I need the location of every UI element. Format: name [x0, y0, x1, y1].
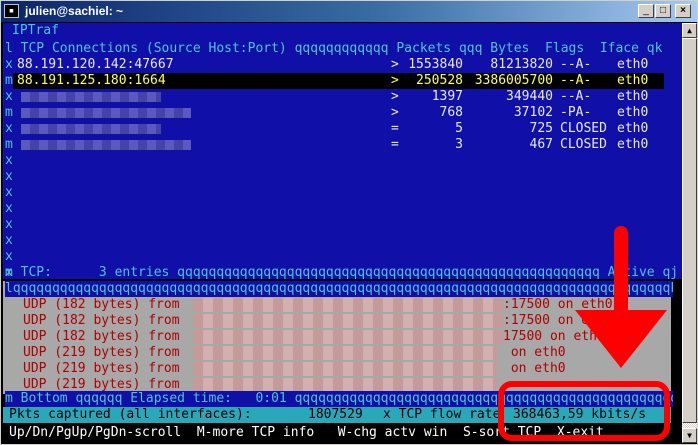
iface: eth0 [617, 73, 649, 88]
row-prefix: x [5, 57, 13, 72]
direction: = [391, 137, 399, 152]
row-prefix: x [5, 249, 13, 264]
redacted-address [193, 314, 503, 328]
bytes: 37102 [513, 105, 553, 120]
packets: 5 [455, 121, 463, 136]
redacted-host [21, 108, 191, 118]
flags: --A- [560, 57, 592, 72]
flags: --A- [560, 89, 592, 104]
row-prefix: x [5, 185, 13, 200]
bytes: 467 [529, 137, 553, 152]
row-prefix: x [5, 153, 13, 168]
annotation-highlight-box [498, 381, 670, 441]
iptraf-screen: IPTraf l TCP Connections (Source Host:Po… [3, 23, 682, 443]
pkts-captured-value: 1807529 [308, 407, 363, 422]
flow-rate-label: x TCP flow rate [383, 407, 501, 422]
udp-packet-text: UDP (182 bytes) from [23, 329, 180, 344]
udp-packet-text: UDP (219 bytes) from [23, 345, 180, 360]
udp-port-iface: on eth0 [503, 361, 566, 376]
bytes: 725 [529, 121, 553, 136]
direction: > [391, 89, 399, 104]
annotation-arrow-icon [575, 310, 667, 368]
udp-packet-text: UDP (219 bytes) from [23, 361, 180, 376]
row-prefix: x [5, 201, 13, 216]
scrollbar[interactable]: ▲ ▼ [682, 23, 697, 443]
row-prefix: m [5, 105, 13, 120]
packets: 1397 [431, 89, 463, 104]
minimize-button[interactable]: _ [638, 4, 654, 18]
app-name: IPTraf [12, 23, 59, 38]
flags: --A- [560, 73, 592, 88]
flags: -PA- [560, 105, 592, 120]
direction: = [391, 121, 399, 136]
window-title: julien@sachiel: ~ [25, 4, 124, 18]
iface: eth0 [617, 57, 649, 72]
packets: 250528 [416, 73, 463, 88]
tcp-header: l TCP Connections (Source Host:Port) qqq… [5, 41, 663, 56]
pkts-captured-label: Pkts captured (all interfaces): [9, 407, 252, 422]
flags: CLOSED [560, 137, 607, 152]
redacted-host [21, 124, 161, 134]
iface: eth0 [617, 105, 649, 120]
redacted-address [193, 346, 497, 360]
direction: > [391, 73, 399, 88]
udp-packet-text: UDP (182 bytes) from [23, 297, 180, 312]
source-host: 88.191.125.180:1664 [17, 73, 166, 88]
terminal-window: ▪ julien@sachiel: ~ _ □ × IPTraf l TCP C… [0, 0, 698, 445]
redacted-host [21, 92, 161, 102]
redacted-address [193, 378, 497, 392]
row-prefix: x [5, 169, 13, 184]
title-bar[interactable]: ▪ julien@sachiel: ~ _ □ × [1, 1, 697, 22]
scroll-down-button[interactable]: ▼ [682, 428, 697, 443]
row-prefix: x [5, 217, 13, 232]
packets: 768 [439, 105, 463, 120]
udp-packet-text: UDP (182 bytes) from [23, 313, 180, 328]
direction: > [391, 105, 399, 120]
redacted-address [193, 298, 503, 312]
iface: eth0 [617, 89, 649, 104]
row-prefix: x [5, 233, 13, 248]
row-prefix: m [5, 73, 13, 88]
flags: CLOSED [560, 121, 607, 136]
bytes: 349440 [506, 89, 553, 104]
direction: > [391, 57, 399, 72]
scroll-thumb[interactable] [682, 38, 697, 423]
iface: eth0 [617, 121, 649, 136]
terminal-icon[interactable]: ▪ [4, 4, 19, 18]
udp-port-iface: on eth0 [503, 345, 566, 360]
redacted-address [193, 362, 497, 376]
scroll-up-button[interactable]: ▲ [682, 23, 697, 38]
udp-border-top: lqqqqqqqqqqqqqqqqqqqqqqqqqqqqqqqqqqqqqqq… [5, 281, 673, 297]
maximize-button[interactable]: □ [655, 4, 671, 18]
row-prefix: x [5, 121, 13, 136]
source-host: 88.191.120.142:47667 [17, 57, 174, 72]
redacted-address [193, 330, 503, 344]
tcp-footer: m TCP: 3 entries qqqqqqqqqqqqqqqqqqqqqqq… [5, 265, 679, 280]
bytes: 81213820 [490, 57, 553, 72]
packets: 3 [455, 137, 463, 152]
bytes: 3386005700 [474, 73, 553, 88]
row-prefix: x [5, 89, 13, 104]
redacted-host [21, 140, 191, 150]
close-button[interactable]: × [675, 4, 691, 18]
row-prefix: m [5, 137, 13, 152]
packets: 1553840 [408, 57, 463, 72]
iface: eth0 [617, 137, 649, 152]
